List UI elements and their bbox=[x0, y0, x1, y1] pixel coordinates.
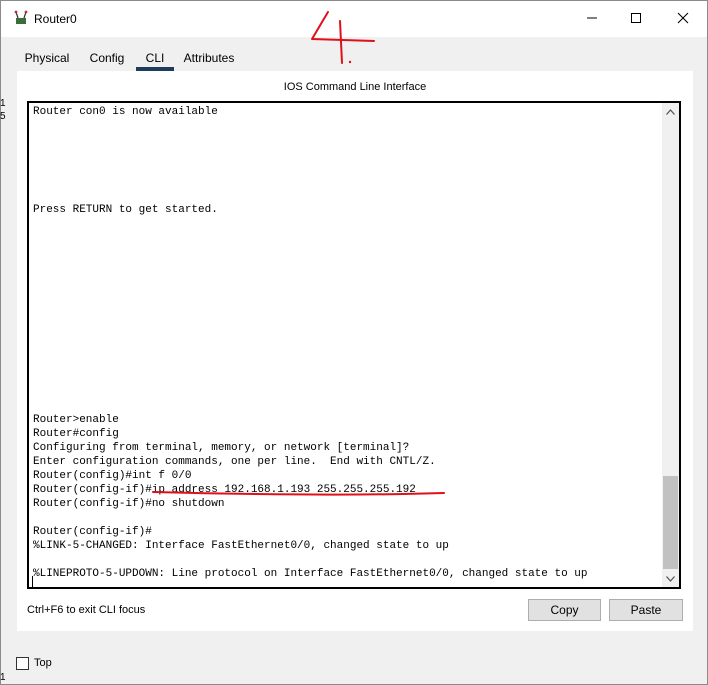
minimize-icon bbox=[587, 17, 597, 19]
top-checkbox[interactable] bbox=[16, 657, 29, 670]
scroll-down-button[interactable] bbox=[662, 570, 679, 587]
cli-heading: IOS Command Line Interface bbox=[283, 81, 427, 93]
console-line: Enter configuration commands, one per li… bbox=[33, 456, 436, 468]
close-icon bbox=[677, 12, 689, 24]
console-line: Configuring from terminal, memory, or ne… bbox=[33, 442, 410, 454]
scroll-up-button[interactable] bbox=[662, 103, 679, 120]
paste-button[interactable]: Paste bbox=[609, 599, 683, 621]
router-window: Router0 Physical Config CLI Attributes I… bbox=[0, 0, 708, 685]
console-line: %LINK-5-CHANGED: Interface FastEthernet0… bbox=[33, 540, 449, 552]
router-app-icon bbox=[13, 10, 29, 31]
maximize-button[interactable] bbox=[613, 1, 659, 35]
console-line: Press RETURN to get started. bbox=[33, 204, 218, 216]
console-scrollbar[interactable] bbox=[662, 103, 679, 587]
copy-button[interactable]: Copy bbox=[528, 599, 601, 621]
console-line: Router(config-if)#no shutdown bbox=[33, 498, 225, 510]
tab-cli[interactable]: CLI bbox=[136, 45, 174, 71]
tab-attributes[interactable]: Attributes bbox=[178, 45, 240, 71]
chevron-up-icon bbox=[666, 108, 675, 115]
cli-panel: IOS Command Line Interface Router con0 i… bbox=[17, 71, 693, 631]
background-edge-text: 1 bbox=[0, 672, 6, 683]
console-output: Router con0 is now available Press RETUR… bbox=[33, 105, 653, 581]
console-line: %LINEPROTO-5-UPDOWN: Line protocol on In… bbox=[33, 568, 588, 580]
console-line: Router con0 is now available bbox=[33, 106, 218, 118]
top-checkbox-label: Top bbox=[34, 657, 52, 669]
console-line: Router(config-if)# bbox=[33, 526, 152, 538]
console-line: Router>enable bbox=[33, 414, 119, 426]
scrollbar-thumb[interactable] bbox=[663, 476, 678, 569]
window-title: Router0 bbox=[34, 12, 77, 26]
background-edge-text: 5 bbox=[0, 111, 6, 122]
console-line: Router(config)#int f 0/0 bbox=[33, 470, 192, 482]
exit-cli-hint: Ctrl+F6 to exit CLI focus bbox=[27, 604, 146, 616]
chevron-down-icon bbox=[666, 575, 675, 582]
console-line: Router#config bbox=[33, 428, 119, 440]
cli-console[interactable]: Router con0 is now available Press RETUR… bbox=[27, 101, 681, 589]
maximize-icon bbox=[631, 13, 641, 23]
close-button[interactable] bbox=[660, 1, 706, 35]
red-underline-annotation bbox=[152, 491, 445, 496]
tab-physical[interactable]: Physical bbox=[18, 45, 76, 71]
text-cursor bbox=[32, 576, 33, 587]
handwritten-annotation bbox=[311, 11, 375, 64]
minimize-button[interactable] bbox=[569, 1, 615, 35]
background-edge-text: 1 bbox=[0, 98, 6, 109]
tab-config[interactable]: Config bbox=[84, 45, 130, 71]
